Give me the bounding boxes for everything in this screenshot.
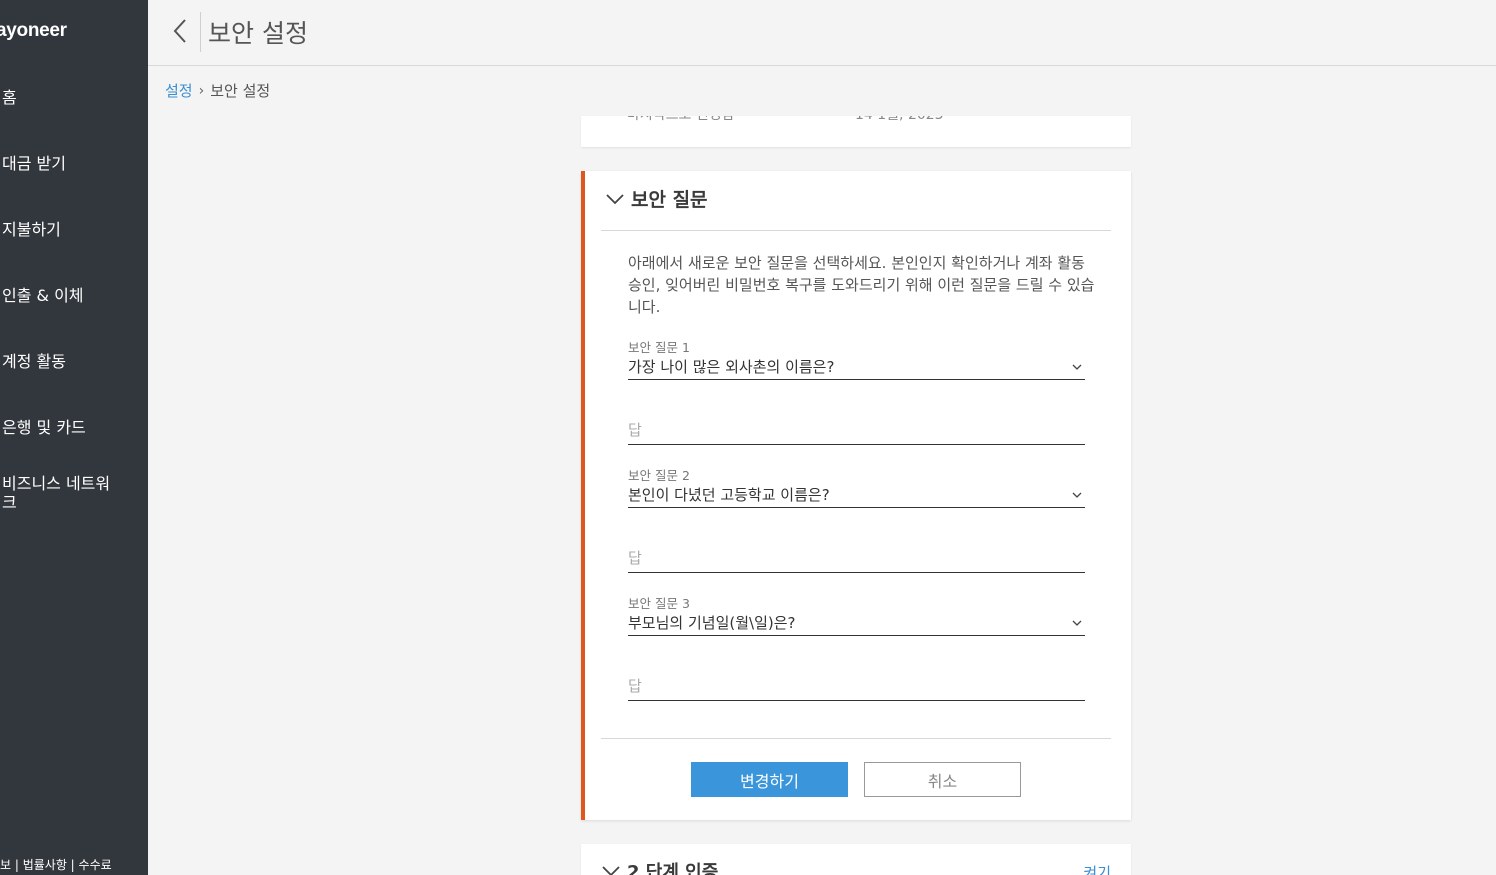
two-factor-title: 2 단계 인증 xyxy=(627,862,719,875)
question-3-value: 부모님의 기념일(월\일)은? xyxy=(628,613,796,632)
answer-2-input[interactable] xyxy=(628,543,1085,573)
cancel-button[interactable]: 취소 xyxy=(864,762,1021,797)
password-changed-label: 마지막으로 변경함 xyxy=(627,116,855,124)
breadcrumb-settings-link[interactable]: 설정 xyxy=(165,80,193,101)
two-factor-card: 2 단계 인증 켜기 xyxy=(581,844,1131,875)
sidebar-item-receive[interactable]: 대금 받기 xyxy=(2,154,132,174)
chevron-down-icon xyxy=(606,193,624,204)
actions-divider xyxy=(601,738,1111,739)
back-button[interactable] xyxy=(164,14,196,48)
security-questions-header[interactable]: 보안 질문 xyxy=(605,185,708,212)
security-questions-card: 보안 질문 아래에서 새로운 보안 질문을 선택하세요. 본인인지 확인하거나 … xyxy=(581,171,1131,820)
chevron-down-icon xyxy=(1072,364,1082,370)
sidebar-item-withdraw[interactable]: 인출 & 이체 xyxy=(2,286,132,306)
chevron-down-icon xyxy=(1072,492,1082,498)
security-questions-title: 보안 질문 xyxy=(631,189,708,211)
password-card: 마지막으로 변경함 14 1월, 2023 xyxy=(581,116,1131,147)
breadcrumb-separator: › xyxy=(198,82,205,99)
question-3-select[interactable]: 부모님의 기념일(월\일)은? xyxy=(628,610,1085,636)
sidebar-item-home[interactable]: 홈 xyxy=(2,88,132,108)
question-2-select[interactable]: 본인이 다녔던 고등학교 이름은? xyxy=(628,482,1085,508)
two-factor-toggle-link[interactable]: 켜기 xyxy=(1083,862,1111,875)
chevron-down-icon xyxy=(602,866,620,875)
sidebar-item-pay[interactable]: 지불하기 xyxy=(2,220,132,240)
answer-3-input[interactable] xyxy=(628,671,1085,701)
page-title: 보안 설정 xyxy=(208,19,308,48)
breadcrumb: 설정 › 보안 설정 xyxy=(165,80,270,101)
two-factor-header[interactable]: 2 단계 인증 xyxy=(601,858,718,875)
chevron-down-icon xyxy=(1072,620,1082,626)
password-changed-value: 14 1월, 2023 xyxy=(855,116,944,124)
question-2-value: 본인이 다녔던 고등학교 이름은? xyxy=(628,485,830,504)
submit-change-button[interactable]: 변경하기 xyxy=(691,762,848,797)
breadcrumb-current: 보안 설정 xyxy=(210,82,271,100)
sidebar: ayoneer 홈 대금 받기 지불하기 인출 & 이체 계정 활동 은행 및 … xyxy=(0,0,148,875)
sidebar-item-business-network[interactable]: 비즈니스 네트워크 xyxy=(2,474,124,512)
answer-1-input[interactable] xyxy=(628,415,1085,445)
sidebar-item-bank-cards[interactable]: 은행 및 카드 xyxy=(2,418,132,438)
logo[interactable]: ayoneer xyxy=(0,20,67,42)
section-divider xyxy=(601,230,1111,231)
chevron-left-icon xyxy=(173,19,186,43)
header-divider xyxy=(200,12,201,52)
sidebar-item-activity[interactable]: 계정 활동 xyxy=(2,352,132,372)
footer-links[interactable]: 보 | 법률사항 | 수수료 xyxy=(0,856,112,873)
question-1-select[interactable]: 가장 나이 많은 외사촌의 이름은? xyxy=(628,354,1085,380)
question-1-value: 가장 나이 많은 외사촌의 이름은? xyxy=(628,357,835,376)
page-header: 보안 설정 xyxy=(148,0,1496,66)
security-questions-description: 아래에서 새로운 보안 질문을 선택하세요. 본인인지 확인하거나 계좌 활동 … xyxy=(628,254,1095,316)
